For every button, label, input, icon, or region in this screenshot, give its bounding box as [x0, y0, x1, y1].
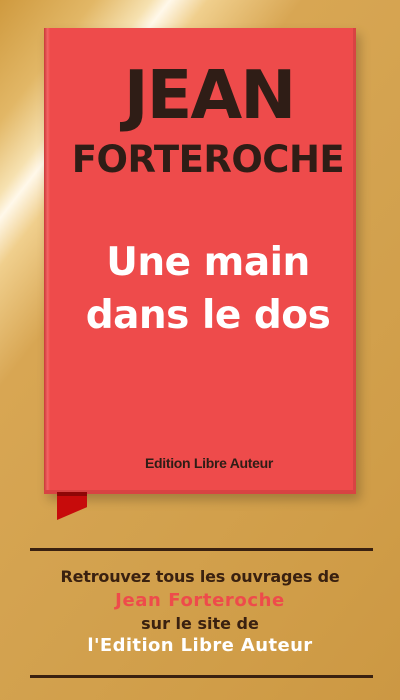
top-divider — [30, 548, 373, 551]
promo-line-1: Retrouvez tous les ouvrages de — [60, 567, 340, 586]
book-bottom-edge — [44, 490, 356, 494]
book-cover[interactable]: JEAN FORTEROCHE Une main dans le dos Edi… — [44, 28, 356, 494]
author-first-name: JEAN — [123, 56, 297, 134]
bookmark-ribbon — [57, 492, 87, 520]
author-link[interactable]: Jean Forteroche — [0, 592, 400, 610]
book-spine — [44, 28, 50, 494]
book-title-line-2: dans le dos — [85, 293, 331, 338]
publisher-name: Edition Libre Auteur — [144, 455, 274, 471]
publisher-site-link[interactable]: l'Edition Libre Auteur — [0, 637, 400, 655]
bookmark-ribbon-shadow — [57, 492, 87, 496]
book-title-line-1: Une main — [106, 240, 310, 285]
promo-line-3: sur le site de — [141, 614, 259, 633]
bottom-divider — [30, 675, 373, 678]
author-last-name: FORTEROCHE — [71, 138, 345, 181]
